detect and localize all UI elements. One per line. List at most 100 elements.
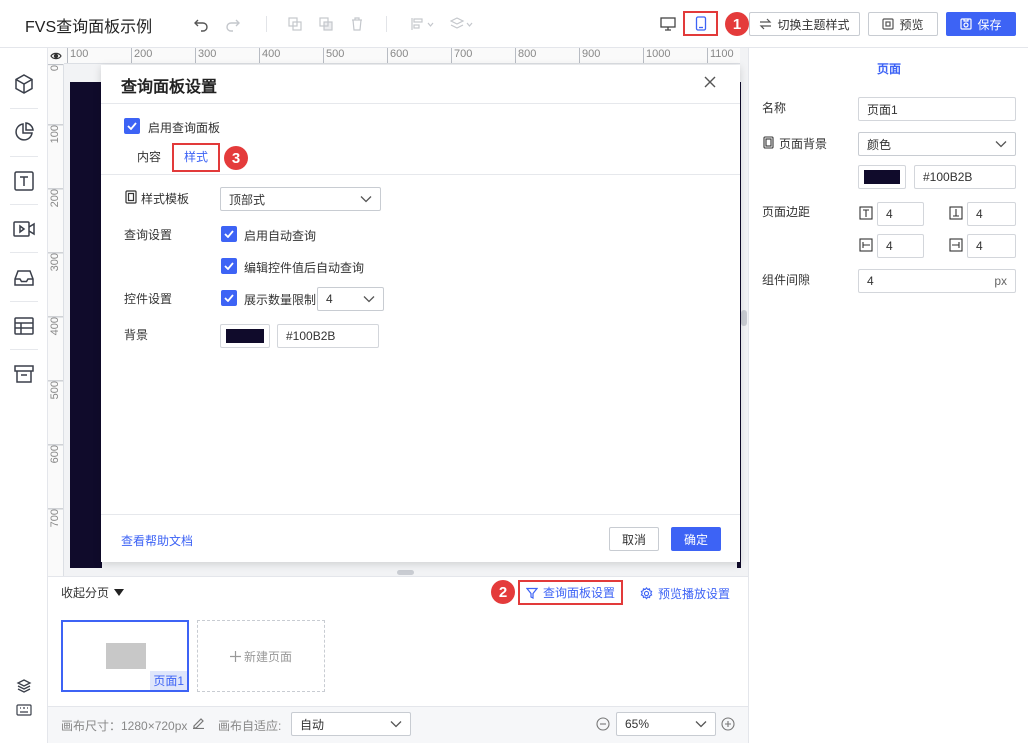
text-component-icon[interactable] xyxy=(12,169,36,193)
query-panel-settings-button[interactable]: 查询面板设置 xyxy=(518,580,623,605)
ruler-top: 100 200 300 400 500 600 700 800 900 1000… xyxy=(64,48,740,64)
page-thumbnail-1[interactable]: 页面1 xyxy=(61,620,189,692)
control-settings-label: 控件设置 xyxy=(124,292,173,306)
preview-button[interactable]: 预览 xyxy=(868,12,938,36)
auto-query-label: 启用自动查询 xyxy=(244,229,317,243)
count-limit-select[interactable]: 4 xyxy=(317,287,384,311)
margin-top-input[interactable]: 4 xyxy=(877,202,924,226)
filter-icon xyxy=(525,587,538,599)
tab-style[interactable]: 样式 xyxy=(172,143,221,172)
ruler-tick: 700 xyxy=(451,48,472,63)
margin-left-input[interactable]: 4 xyxy=(877,234,924,258)
margin-top-icon xyxy=(859,206,873,220)
ruler-left: 0 100 200 300 400 500 600 700 xyxy=(48,64,64,576)
inbox-component-icon[interactable] xyxy=(12,266,36,290)
mobile-view-icon[interactable] xyxy=(683,11,718,36)
preview-play-settings-button[interactable]: 预览播放设置 xyxy=(640,585,730,602)
component-gap-value: 4 xyxy=(867,274,874,288)
background-color-picker[interactable] xyxy=(220,324,270,348)
ruler-tick: 1000 xyxy=(643,48,670,63)
tab-content[interactable]: 内容 xyxy=(137,148,161,165)
redo-icon[interactable] xyxy=(223,14,243,34)
archive-component-icon[interactable] xyxy=(12,362,36,386)
canvas-adapt-value: 自动 xyxy=(300,717,325,732)
page-name-input[interactable]: 页面1 xyxy=(858,97,1016,121)
canvas-page[interactable] xyxy=(70,82,102,568)
chevron-down-icon xyxy=(390,721,402,728)
pie-chart-icon[interactable] xyxy=(12,120,36,144)
cancel-button[interactable]: 取消 xyxy=(609,527,659,551)
cube-component-icon[interactable] xyxy=(12,72,36,96)
enable-query-panel-checkbox[interactable] xyxy=(124,118,140,134)
ruler-tick: 400 xyxy=(48,316,63,336)
gear-icon xyxy=(640,587,653,600)
layers-icon[interactable] xyxy=(12,674,36,698)
sidebar-divider xyxy=(10,349,38,350)
canvas-scrollbar-vertical[interactable] xyxy=(741,310,747,326)
page-thumbnail-label: 页面1 xyxy=(150,671,187,690)
collapse-pages-toggle[interactable]: 收起分页 xyxy=(61,584,125,601)
ruler-tick: 1100 xyxy=(707,48,734,63)
page-background-hex-input[interactable]: #100B2B xyxy=(914,165,1016,189)
ruler-tick: 0 xyxy=(48,64,63,72)
component-gap-unit: px xyxy=(994,274,1007,288)
confirm-label: 确定 xyxy=(683,532,708,547)
zoom-in-icon[interactable] xyxy=(721,717,735,731)
background-hex-input[interactable]: #100B2B xyxy=(277,324,379,348)
preview-label: 预览 xyxy=(899,17,924,32)
canvas-scrollbar-horizontal[interactable] xyxy=(397,570,414,575)
close-icon[interactable] xyxy=(702,74,718,90)
style-template-select[interactable]: 顶部式 xyxy=(220,187,381,211)
new-page-button[interactable]: 新建页面 xyxy=(197,620,325,692)
background-label: 背景 xyxy=(124,328,149,342)
edit-icon[interactable] xyxy=(192,716,205,729)
chevron-down-icon xyxy=(995,141,1007,148)
ruler-tick: 200 xyxy=(131,48,152,63)
page-background-color-picker[interactable] xyxy=(858,165,906,189)
table-component-icon[interactable] xyxy=(12,314,36,338)
delete-icon[interactable] xyxy=(347,14,367,34)
desktop-view-icon[interactable] xyxy=(655,12,681,36)
keyboard-icon[interactable] xyxy=(12,698,36,722)
color-swatch xyxy=(864,170,900,184)
undo-icon[interactable] xyxy=(191,14,211,34)
zoom-out-icon[interactable] xyxy=(596,717,610,731)
style-template-value: 顶部式 xyxy=(229,192,266,207)
footer-divider xyxy=(101,514,740,515)
align-icon[interactable] xyxy=(410,14,436,34)
query-panel-settings-dialog: 查询面板设置 启用查询面板 内容 样式 3 样式模板 顶部式 查询设置 启用自动… xyxy=(101,65,740,562)
margin-bottom-icon xyxy=(949,206,963,220)
edit-auto-query-checkbox[interactable] xyxy=(221,258,237,274)
copy-icon[interactable] xyxy=(285,14,305,34)
dialog-title: 查询面板设置 xyxy=(121,79,218,96)
auto-query-checkbox[interactable] xyxy=(221,226,237,242)
layer-order-icon[interactable] xyxy=(449,14,475,34)
canvas-adapt-select[interactable]: 自动 xyxy=(291,712,411,736)
ruler-visibility-icon[interactable] xyxy=(48,48,64,64)
media-component-icon[interactable] xyxy=(12,217,36,241)
background-type-select[interactable]: 颜色 xyxy=(858,132,1016,156)
switch-theme-button[interactable]: 切换主题样式 xyxy=(749,12,860,36)
component-gap-input[interactable]: 4 px xyxy=(858,269,1016,293)
top-toolbar: FVS查询面板示例 1 切换主题样式 预览 保存 xyxy=(0,0,1028,48)
show-count-limit-checkbox[interactable] xyxy=(221,290,237,306)
toolbar-divider xyxy=(266,16,267,32)
margin-right-input[interactable]: 4 xyxy=(967,234,1016,258)
confirm-button[interactable]: 确定 xyxy=(671,527,721,551)
ruler-tick: 700 xyxy=(48,508,63,528)
step-badge-2: 2 xyxy=(491,580,515,604)
help-doc-link[interactable]: 查看帮助文档 xyxy=(121,532,193,549)
save-button[interactable]: 保存 xyxy=(946,12,1016,36)
margin-bottom-input[interactable]: 4 xyxy=(967,202,1016,226)
edit-auto-query-label: 编辑控件值后自动查询 xyxy=(244,261,365,275)
ruler-tick: 500 xyxy=(323,48,344,63)
duplicate-icon[interactable] xyxy=(316,14,336,34)
left-sidebar xyxy=(0,48,48,743)
ruler-tick: 600 xyxy=(48,444,63,464)
ruler-tick: 800 xyxy=(515,48,536,63)
zoom-select[interactable]: 65% xyxy=(616,712,716,736)
save-label: 保存 xyxy=(977,17,1002,32)
margin-right-icon xyxy=(949,238,963,252)
style-template-label: 样式模板 xyxy=(141,192,190,206)
canvas-adapt-label: 画布自适应: xyxy=(218,719,282,733)
